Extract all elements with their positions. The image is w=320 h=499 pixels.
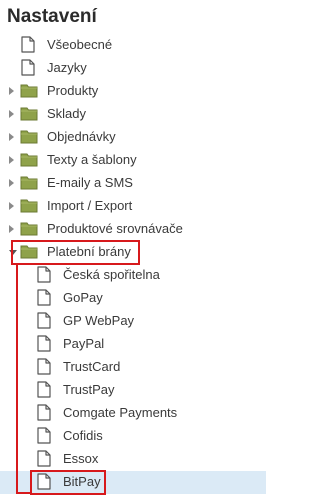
page-icon xyxy=(21,59,35,81)
tree-item-sklady[interactable]: Sklady xyxy=(0,103,266,126)
tree-item-label: PayPal xyxy=(63,336,105,351)
page-icon xyxy=(37,381,51,403)
tree-item-label: Import / Export xyxy=(47,198,133,213)
tree-item-trustpay[interactable]: TrustPay xyxy=(0,379,266,402)
tree-item-gp-webpay[interactable]: GP WebPay xyxy=(0,310,266,333)
panel-title: Nastavení xyxy=(7,6,97,27)
tree-item-label: Cofidis xyxy=(63,428,103,443)
tree-item-paypal[interactable]: PayPal xyxy=(0,333,266,356)
highlight-connector xyxy=(16,264,18,494)
triangle-right-icon[interactable] xyxy=(9,87,14,95)
folder-icon xyxy=(20,151,38,172)
triangle-right-icon[interactable] xyxy=(9,133,14,141)
tree-item-label: GP WebPay xyxy=(63,313,135,328)
tree-item-produkty[interactable]: Produkty xyxy=(0,80,266,103)
tree-item-jazyky[interactable]: Jazyky xyxy=(0,57,266,80)
tree-item-platebni-brany[interactable]: Platební brány xyxy=(0,241,266,264)
tree-item-label: TrustPay xyxy=(63,382,115,397)
tree-item-cofidis[interactable]: Cofidis xyxy=(0,425,266,448)
triangle-down-icon[interactable] xyxy=(9,250,17,255)
tree-item-gopay[interactable]: GoPay xyxy=(0,287,266,310)
folder-icon xyxy=(20,128,38,149)
triangle-right-icon[interactable] xyxy=(9,156,14,164)
tree-item-e-maily-a-sms[interactable]: E-maily a SMS xyxy=(0,172,266,195)
page-icon xyxy=(37,289,51,311)
tree-item-label: BitPay xyxy=(63,474,101,489)
tree-item-label: Česká spořitelna xyxy=(63,267,160,282)
tree-item-label: Platební brány xyxy=(47,244,131,259)
page-icon xyxy=(37,266,51,288)
page-icon xyxy=(37,335,51,357)
triangle-right-icon[interactable] xyxy=(9,202,14,210)
page-icon xyxy=(37,473,51,495)
tree-item-objednavky[interactable]: Objednávky xyxy=(0,126,266,149)
tree-item-label: Jazyky xyxy=(47,60,87,75)
folder-icon xyxy=(20,105,38,126)
tree-item-label: Objednávky xyxy=(47,129,116,144)
folder-icon xyxy=(20,197,38,218)
tree-item-bitpay[interactable]: BitPay xyxy=(0,471,266,494)
folder-icon xyxy=(20,174,38,195)
triangle-right-icon[interactable] xyxy=(9,179,14,187)
tree-item-label: GoPay xyxy=(63,290,103,305)
page-icon xyxy=(37,312,51,334)
tree-item-label: TrustCard xyxy=(63,359,121,374)
tree-item-label: Všeobecné xyxy=(47,37,113,52)
folder-icon xyxy=(20,82,38,103)
folder-icon xyxy=(20,220,38,241)
tree-item-trustcard[interactable]: TrustCard xyxy=(0,356,266,379)
page-icon xyxy=(37,450,51,472)
tree-item-label: Essox xyxy=(63,451,99,466)
tree-item-label: E-maily a SMS xyxy=(47,175,133,190)
tree-item-label: Texty a šablony xyxy=(47,152,137,167)
page-icon xyxy=(21,36,35,58)
tree-item-label: Produkty xyxy=(47,83,99,98)
triangle-right-icon[interactable] xyxy=(9,225,14,233)
tree-item-ceska-sporitelna[interactable]: Česká spořitelna xyxy=(0,264,266,287)
triangle-right-icon[interactable] xyxy=(9,110,14,118)
tree-item-label: Sklady xyxy=(47,106,87,121)
tree-item-vseobecne[interactable]: Všeobecné xyxy=(0,34,266,57)
tree-item-comgate-payments[interactable]: Comgate Payments xyxy=(0,402,266,425)
page-icon xyxy=(37,358,51,380)
folder-icon xyxy=(20,243,38,264)
tree-item-essox[interactable]: Essox xyxy=(0,448,266,471)
highlight-connector xyxy=(16,492,30,494)
tree-item-import-export[interactable]: Import / Export xyxy=(0,195,266,218)
page-icon xyxy=(37,427,51,449)
tree-item-texty-a-sablony[interactable]: Texty a šablony xyxy=(0,149,266,172)
tree-item-label: Comgate Payments xyxy=(63,405,178,420)
settings-panel: Nastavení Všeobecné Jazyky Produkty Sklady O… xyxy=(0,0,266,499)
page-icon xyxy=(37,404,51,426)
tree-item-produktove-srovnavace[interactable]: Produktové srovnávače xyxy=(0,218,266,241)
tree-item-label: Produktové srovnávače xyxy=(47,221,183,236)
